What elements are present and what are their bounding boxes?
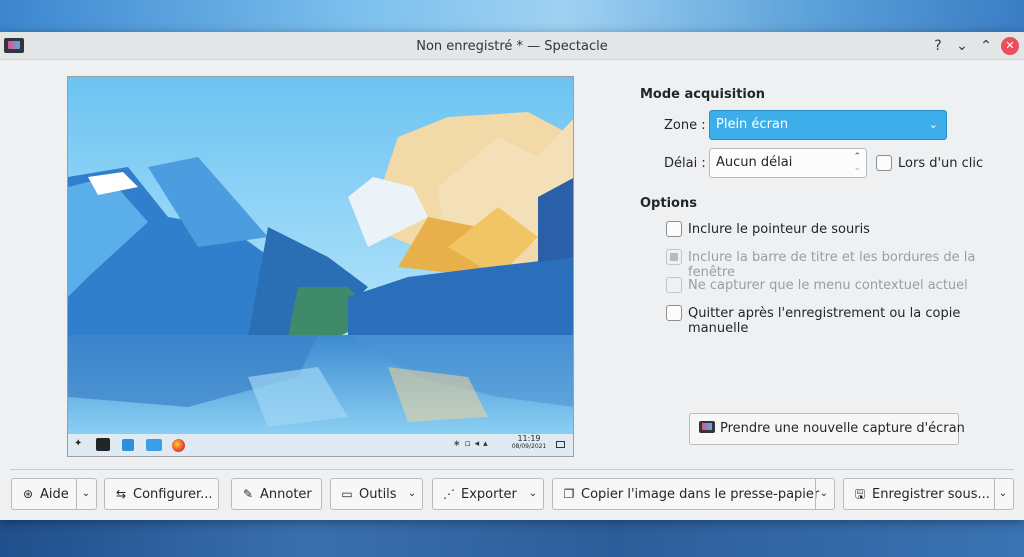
wallpaper-image [68, 77, 573, 456]
configure-button[interactable]: ⇆ Configurer... [104, 478, 219, 510]
export-button[interactable]: ⋰ Exporter ⌄ [432, 478, 544, 510]
new-capture-label: Prendre une nouvelle capture d'écran [720, 421, 965, 436]
firefox-icon [172, 439, 185, 452]
copy-label: Copier l'image dans le presse-papier [581, 487, 820, 502]
spin-down-icon[interactable]: ⌄ [853, 163, 861, 173]
chevron-down-icon[interactable]: ⌄ [523, 479, 543, 509]
close-icon[interactable]: ✕ [1001, 37, 1019, 55]
delay-label: Délai : [664, 156, 706, 171]
save-label: Enregistrer sous... [872, 487, 990, 502]
zone-label: Zone : [664, 118, 706, 133]
help-label: Aide [40, 487, 69, 502]
options-heading: Options [640, 196, 697, 211]
software-center-icon [122, 439, 134, 451]
taskbar-time: 11:19 [517, 434, 541, 443]
include-titlebar-label: Inclure la barre de titre et les bordure… [688, 250, 976, 280]
include-pointer-label: Inclure le pointeur de souris [688, 222, 870, 237]
tools-button[interactable]: ▭ Outils ⌄ [330, 478, 423, 510]
maximize-icon[interactable]: ⌃ [977, 37, 995, 55]
chevron-down-icon[interactable]: ⌄ [76, 479, 96, 509]
export-label: Exporter [461, 487, 517, 502]
window-title: Non enregistré * — Spectacle [416, 39, 608, 54]
on-click-checkbox[interactable] [876, 155, 892, 171]
app-launcher-icon: ✦ [74, 438, 83, 449]
system-tray-icons: ∗▫◂▴ [453, 439, 492, 449]
terminal-icon [96, 438, 110, 451]
annotate-label: Annoter [260, 487, 312, 502]
chevron-down-icon[interactable]: ⌄ [993, 479, 1013, 509]
toolbar-separator [10, 469, 1014, 470]
chevron-down-icon: ⌄ [928, 118, 938, 131]
chevron-down-icon[interactable]: ⌄ [814, 479, 834, 509]
acquisition-mode-heading: Mode acquisition [640, 87, 766, 102]
context-menu-only-label: Ne capturer que le menu contextuel actue… [688, 278, 968, 293]
toolbox-icon: ▭ [341, 487, 353, 501]
new-capture-button[interactable]: Prendre une nouvelle capture d'écran [689, 413, 965, 445]
save-icon: 🖫 [854, 487, 866, 501]
copy-icon: ❐ [563, 487, 575, 501]
desktop-background-bottom [0, 520, 1024, 557]
share-icon: ⋰ [443, 487, 455, 501]
file-manager-icon [146, 439, 162, 451]
zone-value: Plein écran [716, 117, 789, 132]
on-click-label: Lors d'un clic [898, 156, 984, 171]
delay-spinbox[interactable]: Aucun délai ⌃ ⌄ [709, 148, 867, 178]
include-pointer-checkbox[interactable] [666, 221, 682, 237]
help-button[interactable]: ⊛ Aide ⌄ [11, 478, 97, 510]
help-icon[interactable]: ? [929, 37, 947, 55]
spectacle-window: Non enregistré * — Spectacle ? ⌄ ⌃ ✕ ✦ ∗… [0, 32, 1024, 520]
include-titlebar-checkbox[interactable] [666, 249, 682, 265]
lifebuoy-icon: ⊛ [22, 487, 34, 501]
pencil-icon: ✎ [242, 487, 254, 501]
taskbar-clock: 11:19 08/09/2021 [509, 435, 549, 451]
tools-label: Outils [359, 487, 397, 502]
chevron-down-icon[interactable]: ⌄ [402, 479, 422, 509]
quit-after-save-checkbox[interactable] [666, 305, 682, 321]
minimize-icon[interactable]: ⌄ [953, 37, 971, 55]
annotate-button[interactable]: ✎ Annoter [231, 478, 322, 510]
configure-label: Configurer... [133, 487, 213, 502]
desktop-background-top [0, 0, 1024, 32]
taskbar-date: 08/09/2021 [511, 443, 547, 450]
screenshot-preview[interactable]: ✦ ∗▫◂▴ 11:19 08/09/2021 [67, 76, 574, 457]
show-desktop-icon [556, 441, 565, 448]
context-menu-only-checkbox[interactable] [666, 277, 682, 293]
spin-up-icon[interactable]: ⌃ [853, 152, 861, 162]
title-bar[interactable]: Non enregistré * — Spectacle ? ⌄ ⌃ ✕ [0, 32, 1024, 60]
save-as-button[interactable]: 🖫 Enregistrer sous... ⌄ [843, 478, 1014, 510]
copy-to-clipboard-button[interactable]: ❐ Copier l'image dans le presse-papier ⌄ [552, 478, 835, 510]
quit-after-save-label: Quitter après l'enregistrement ou la cop… [688, 306, 961, 336]
settings-sliders-icon: ⇆ [115, 487, 127, 501]
zone-combobox[interactable]: Plein écran ⌄ [709, 110, 947, 140]
camera-icon [699, 421, 715, 433]
delay-value: Aucun délai [716, 155, 793, 170]
